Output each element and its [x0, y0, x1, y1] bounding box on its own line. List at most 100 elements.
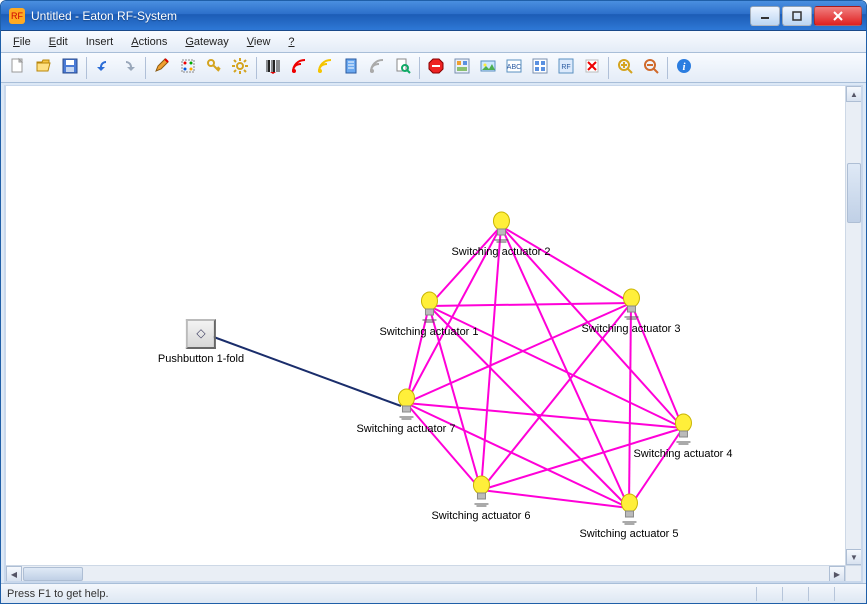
menu-gateway[interactable]: Gateway	[177, 34, 236, 50]
canvas[interactable]: Pushbutton 1-fold Switching actuator 1 Swi…	[6, 86, 845, 565]
toolbar-rf-red-button[interactable]	[286, 55, 312, 81]
toolbar-find-doc-button[interactable]	[390, 55, 416, 81]
menubar: FileEditInsertActionsGatewayView?	[1, 31, 866, 53]
horizontal-scrollbar[interactable]: ◀ ▶	[6, 565, 845, 581]
node-pushbutton[interactable]: Pushbutton 1-fold	[158, 317, 244, 365]
toolbar-separator	[256, 57, 257, 79]
vertical-scrollbar[interactable]: ▲ ▼	[845, 86, 861, 565]
node-act2[interactable]: Switching actuator 2	[451, 210, 550, 258]
toolbar: ABC RF i	[1, 53, 866, 83]
undo-icon	[94, 57, 112, 78]
toolbar-abc-box-button[interactable]: ABC	[501, 55, 527, 81]
statusbar: Press F1 to get help.	[1, 583, 866, 603]
toolbar-barcode-button[interactable]	[260, 55, 286, 81]
bulb-icon	[666, 412, 700, 446]
vertical-scroll-thumb[interactable]	[847, 163, 861, 223]
bulb-icon	[389, 387, 423, 421]
toolbar-save-file-button[interactable]	[57, 55, 83, 81]
toolbar-stop-sign-button[interactable]	[423, 55, 449, 81]
horizontal-scroll-thumb[interactable]	[23, 567, 83, 581]
toolbar-image-button[interactable]	[475, 55, 501, 81]
rf-yellow-icon	[316, 57, 334, 78]
key-icon	[205, 57, 223, 78]
menu-actions[interactable]: Actions	[123, 34, 175, 50]
minimize-icon	[760, 11, 770, 21]
app-icon: RF	[9, 8, 25, 24]
pencil-icon	[153, 57, 171, 78]
node-act4[interactable]: Switching actuator 4	[633, 412, 732, 460]
toolbar-tool1-button[interactable]	[449, 55, 475, 81]
toolbar-undo-button[interactable]	[90, 55, 116, 81]
toolbar-separator	[145, 57, 146, 79]
svg-text:ABC: ABC	[507, 64, 521, 71]
menu-edit[interactable]: Edit	[41, 34, 76, 50]
toolbar-layout-button[interactable]	[527, 55, 553, 81]
node-label: Switching actuator 5	[579, 528, 678, 540]
node-act3[interactable]: Switching actuator 3	[581, 287, 680, 335]
toolbar-zoom-out-button[interactable]	[638, 55, 664, 81]
toolbar-separator	[419, 57, 420, 79]
abc-box-icon: ABC	[505, 57, 523, 78]
toolbar-separator	[86, 57, 87, 79]
status-cell	[756, 587, 782, 601]
toolbar-selection-button[interactable]	[175, 55, 201, 81]
toolbar-zoom-in-button[interactable]	[612, 55, 638, 81]
node-label: Switching actuator 4	[633, 448, 732, 460]
node-act5[interactable]: Switching actuator 5	[579, 492, 678, 540]
bulb-icon	[464, 474, 498, 508]
scroll-right-button[interactable]: ▶	[829, 566, 845, 582]
node-act7[interactable]: Switching actuator 7	[356, 387, 455, 435]
zoom-in-icon	[616, 57, 634, 78]
close-icon	[832, 10, 844, 22]
scroll-corner	[845, 565, 861, 581]
node-label: Switching actuator 2	[451, 246, 550, 258]
menu-file[interactable]: File	[5, 34, 39, 50]
toolbar-rf-yellow-button[interactable]	[312, 55, 338, 81]
toolbar-new-file-button[interactable]	[5, 55, 31, 81]
toolbar-separator	[608, 57, 609, 79]
window-controls	[750, 6, 862, 26]
maximize-button[interactable]	[782, 6, 812, 26]
connection-line[interactable]	[501, 226, 629, 508]
toolbar-delete-button[interactable]	[579, 55, 605, 81]
toolbar-pencil-button[interactable]	[149, 55, 175, 81]
rf-box-icon: RF	[557, 57, 575, 78]
scroll-down-button[interactable]: ▼	[846, 549, 862, 565]
open-file-icon	[35, 57, 53, 78]
window-title: Untitled - Eaton RF-System	[31, 9, 750, 23]
pushbutton-icon	[184, 317, 218, 351]
titlebar[interactable]: RF Untitled - Eaton RF-System	[1, 1, 866, 31]
minimize-button[interactable]	[750, 6, 780, 26]
connection-line[interactable]	[481, 226, 501, 490]
bulb-icon	[612, 492, 646, 526]
menu-insert[interactable]: Insert	[78, 34, 122, 50]
menu-[interactable]: ?	[280, 34, 302, 50]
toolbar-redo-button[interactable]	[116, 55, 142, 81]
stop-sign-icon	[427, 57, 445, 78]
toolbar-blue-doc-button[interactable]	[338, 55, 364, 81]
menu-view[interactable]: View	[239, 34, 279, 50]
scroll-up-button[interactable]: ▲	[846, 86, 862, 102]
toolbar-info-button[interactable]: i	[671, 55, 697, 81]
node-label: Switching actuator 6	[431, 510, 530, 522]
toolbar-separator	[667, 57, 668, 79]
rf-red-icon	[290, 57, 308, 78]
rf-gray-icon	[368, 57, 386, 78]
save-file-icon	[61, 57, 79, 78]
status-help-text: Press F1 to get help.	[7, 588, 109, 600]
status-cell	[834, 587, 860, 601]
scroll-left-button[interactable]: ◀	[6, 566, 22, 582]
node-label: Switching actuator 7	[356, 423, 455, 435]
maximize-icon	[792, 11, 802, 21]
tool1-icon	[453, 57, 471, 78]
toolbar-open-file-button[interactable]	[31, 55, 57, 81]
toolbar-key-button[interactable]	[201, 55, 227, 81]
toolbar-gear-button[interactable]	[227, 55, 253, 81]
find-doc-icon	[394, 57, 412, 78]
close-button[interactable]	[814, 6, 862, 26]
toolbar-rf-gray-button[interactable]	[364, 55, 390, 81]
toolbar-rf-box-button[interactable]: RF	[553, 55, 579, 81]
node-act6[interactable]: Switching actuator 6	[431, 474, 530, 522]
node-act1[interactable]: Switching actuator 1	[379, 290, 478, 338]
barcode-icon	[264, 57, 282, 78]
